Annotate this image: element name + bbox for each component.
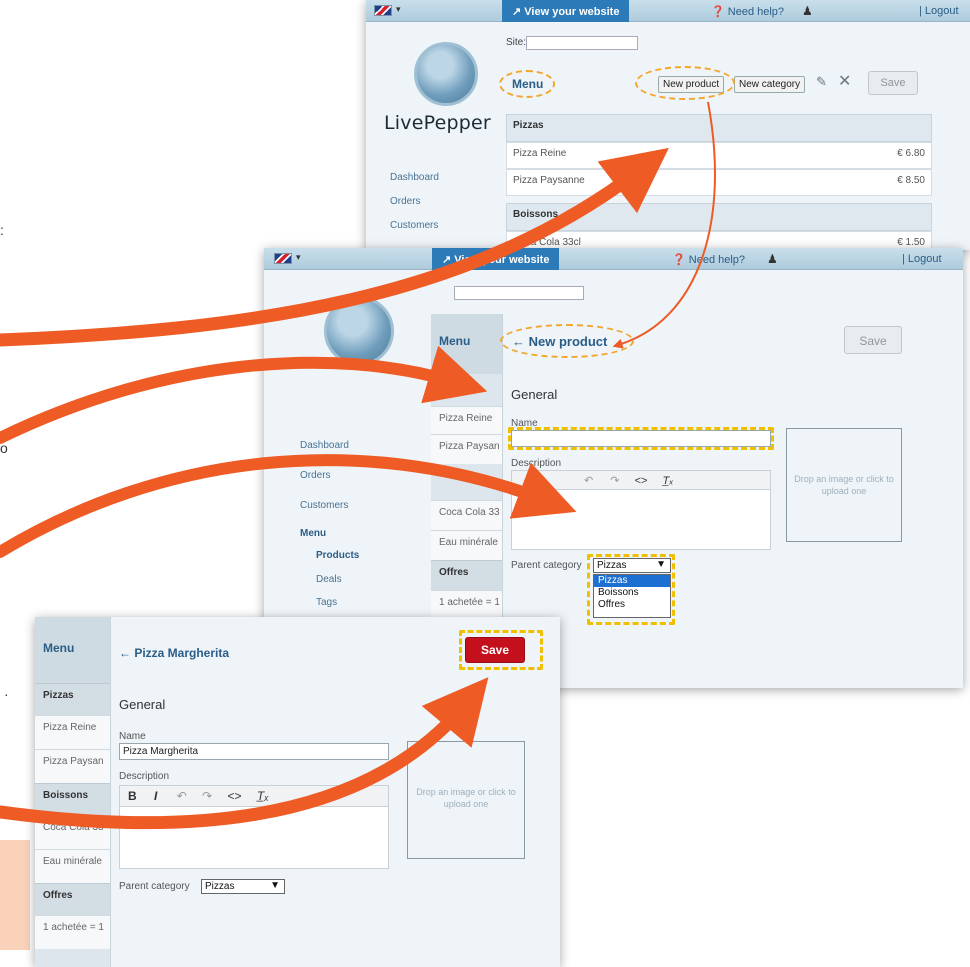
name-input-highlight xyxy=(508,427,774,450)
code-icon[interactable]: <> xyxy=(635,475,648,487)
product-row-pizza-reine[interactable]: Pizza Reine € 6.80 xyxy=(506,142,932,169)
section-general: General xyxy=(119,697,166,712)
dropdown-arrow-icon: ▼ xyxy=(270,880,280,891)
name-label: Name xyxy=(119,731,146,742)
description-label: Description xyxy=(511,458,562,469)
italic-icon[interactable]: I xyxy=(154,789,157,803)
nav-tags[interactable]: Tags xyxy=(316,597,337,608)
cut-text-dot: · xyxy=(4,686,9,702)
category-row-pizzas[interactable]: Pizzas xyxy=(506,114,932,142)
menu-side-header: Menu xyxy=(35,617,110,683)
parent-category-label: Parent category xyxy=(119,881,190,892)
nav-orders[interactable]: Orders xyxy=(300,470,331,481)
image-dropzone[interactable]: Drop an image or click to upload one xyxy=(407,741,525,859)
description-editor[interactable] xyxy=(511,490,771,550)
save-button[interactable]: Save xyxy=(868,71,918,95)
brand-name: LivePepper xyxy=(384,112,491,134)
logout-link[interactable]: | Logout xyxy=(902,253,942,265)
side-item-pizza-reine[interactable]: Pizza Reine xyxy=(431,406,502,434)
pencil-icon[interactable]: ✎ xyxy=(816,74,827,90)
side-cat-pizzas[interactable]: Pizzas xyxy=(35,683,110,715)
nav-menu[interactable]: Menu xyxy=(300,528,326,539)
help-link[interactable]: ❓ Need help? xyxy=(672,253,745,266)
uk-flag-icon[interactable] xyxy=(374,5,392,16)
clear-format-icon[interactable]: T̲ₓ xyxy=(257,789,269,803)
description-label: Description xyxy=(119,771,170,782)
product-price: € 1.50 xyxy=(897,237,925,248)
view-website-button[interactable]: ↗ View your website xyxy=(502,0,630,22)
product-price: € 6.80 xyxy=(897,148,925,159)
nav-customers[interactable]: Customers xyxy=(300,500,348,511)
code-icon[interactable]: <> xyxy=(228,789,242,803)
logout-link[interactable]: | Logout xyxy=(919,5,959,17)
form-title-highlight xyxy=(500,324,634,358)
side-cat-offres[interactable]: Offres xyxy=(431,560,502,590)
undo-icon[interactable]: ↶ xyxy=(177,789,187,803)
description-editor[interactable] xyxy=(119,807,389,869)
new-category-button[interactable]: New category xyxy=(734,76,806,93)
new-product-highlight xyxy=(635,66,735,100)
orange-edge-strip xyxy=(0,840,30,950)
product-row-pizza-paysanne[interactable]: Pizza Paysanne € 8.50 xyxy=(506,169,932,196)
chevron-down-icon[interactable]: ▾ xyxy=(396,4,401,15)
view-website-button[interactable]: ↗ View your website xyxy=(432,248,560,270)
cut-text-colon: : xyxy=(0,222,4,238)
redo-icon[interactable]: ↷ xyxy=(202,789,212,803)
name-input[interactable]: Pizza Margherita xyxy=(119,743,389,760)
uk-flag-icon[interactable] xyxy=(274,253,292,264)
screen-menu-list: ▾ ↗ View your website ❓ Need help? ♟ | L… xyxy=(366,0,970,250)
editor-toolbar: ↶ ↷ <> T̲ₓ xyxy=(511,470,771,490)
side-item-pizza-reine[interactable]: Pizza Reine xyxy=(35,715,110,749)
product-price: € 8.50 xyxy=(897,175,925,186)
save-button[interactable]: Save xyxy=(844,326,902,354)
bold-icon[interactable]: B xyxy=(128,789,137,803)
parent-category-label: Parent category xyxy=(511,560,582,571)
livepepper-logo-icon xyxy=(324,296,394,366)
help-link[interactable]: ❓ Need help? xyxy=(711,5,784,18)
form-title[interactable]: ← Pizza Margherita xyxy=(119,646,229,660)
side-cat-offres[interactable]: Offres xyxy=(35,883,110,915)
cut-text-o: o xyxy=(0,440,8,456)
close-icon[interactable]: ✕ xyxy=(838,71,851,91)
side-item-pizza-paysanne[interactable]: Pizza Paysan xyxy=(431,434,502,464)
user-icon[interactable]: ♟ xyxy=(802,4,813,18)
chevron-down-icon[interactable]: ▾ xyxy=(296,252,301,263)
redo-icon[interactable]: ↷ xyxy=(610,475,619,487)
side-item-eau[interactable]: Eau minérale xyxy=(431,530,502,560)
menu-side-column: Menu Pizzas Pizza Reine Pizza Paysan Boi… xyxy=(35,617,111,967)
save-button-highlight xyxy=(459,630,543,670)
side-item-offer[interactable]: 1 achetée = 1 xyxy=(35,915,110,949)
top-bar: ▾ ↗ View your website ❓ Need help? ♟ | L… xyxy=(366,0,970,22)
parent-category-select[interactable]: Pizzas ▼ xyxy=(201,879,285,894)
site-input[interactable] xyxy=(454,286,584,300)
undo-icon[interactable]: ↶ xyxy=(584,475,593,487)
menu-side-header: Menu xyxy=(431,314,502,374)
screen-edit-product: Menu Pizzas Pizza Reine Pizza Paysan Boi… xyxy=(35,617,560,967)
nav-products[interactable]: Products xyxy=(316,550,359,561)
nav-customers[interactable]: Customers xyxy=(390,220,438,231)
side-item-pizza-paysanne[interactable]: Pizza Paysan xyxy=(35,749,110,783)
side-cat-boissons[interactable]: Boissons xyxy=(35,783,110,815)
side-item-coca[interactable]: Coca Cola 33 xyxy=(35,815,110,849)
top-bar: ▾ ↗ View your website ❓ Need help? ♟ | L… xyxy=(264,248,963,270)
parent-category-highlight xyxy=(587,554,675,625)
site-input[interactable] xyxy=(526,36,638,50)
nav-deals[interactable]: Deals xyxy=(316,574,342,585)
site-label: Site: xyxy=(506,37,527,48)
side-item-offer[interactable]: 1 achetée = 1 xyxy=(431,590,502,620)
side-item-coca[interactable]: Coca Cola 33 xyxy=(431,500,502,530)
nav-dashboard[interactable]: Dashboard xyxy=(390,172,439,183)
nav-orders[interactable]: Orders xyxy=(390,196,421,207)
side-item-eau[interactable]: Eau minérale xyxy=(35,849,110,883)
nav-dashboard[interactable]: Dashboard xyxy=(300,440,349,451)
menu-highlight xyxy=(499,70,555,98)
livepepper-logo-icon xyxy=(414,42,478,106)
category-row-boissons[interactable]: Boissons xyxy=(506,203,932,231)
clear-format-icon[interactable]: T̲ₓ xyxy=(662,475,673,487)
section-general: General xyxy=(511,387,558,402)
editor-toolbar: B I ↶ ↷ <> T̲ₓ xyxy=(119,785,389,807)
image-dropzone[interactable]: Drop an image or click to upload one xyxy=(786,428,902,542)
user-icon[interactable]: ♟ xyxy=(767,252,778,266)
